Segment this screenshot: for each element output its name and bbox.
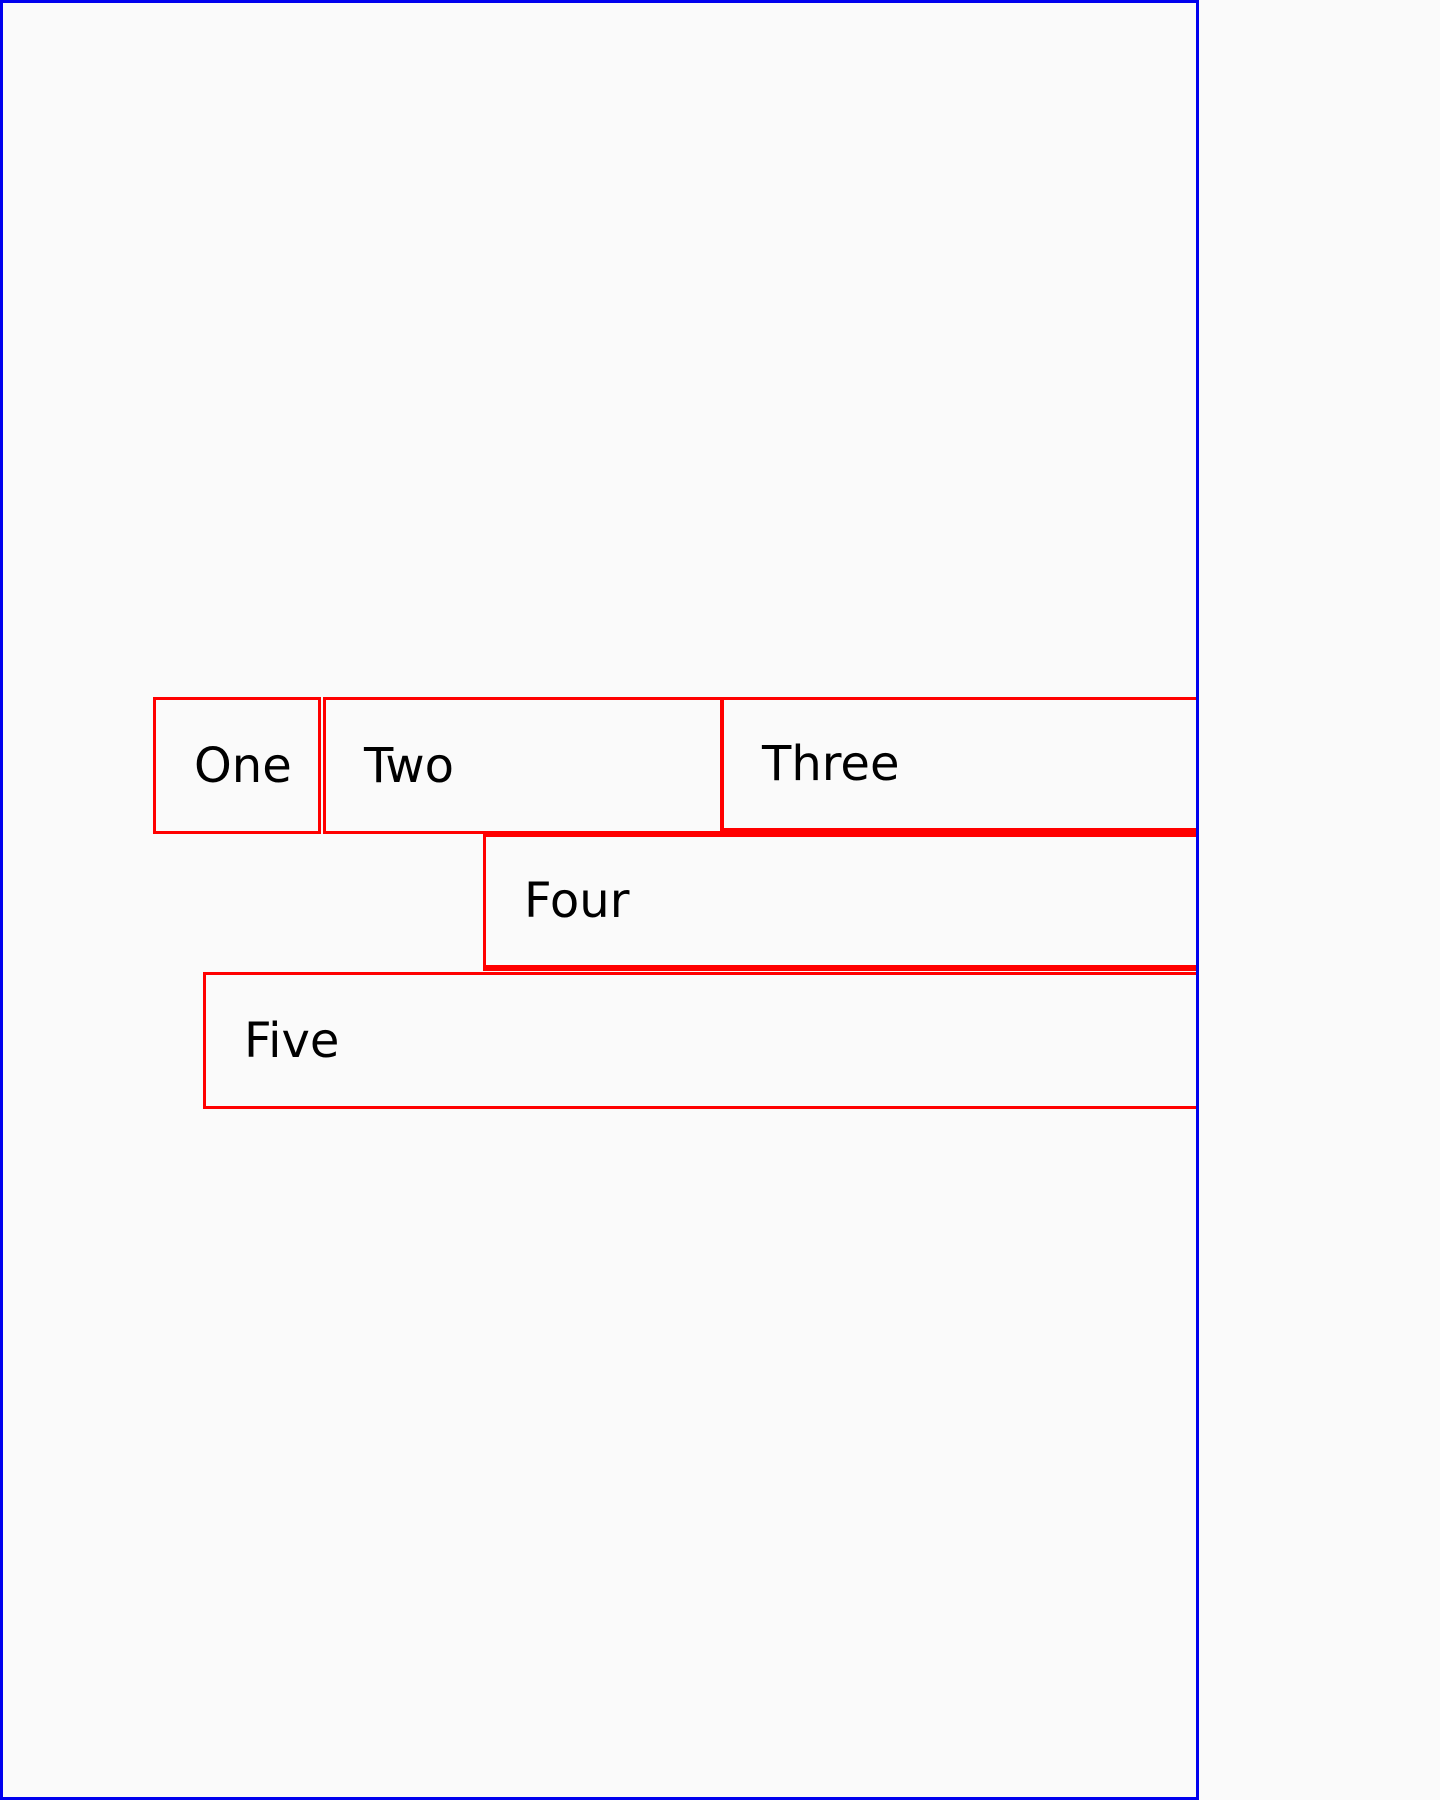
box-one-label: One	[194, 737, 292, 794]
box-five: Five	[203, 972, 1196, 1109]
box-three-label: Three	[762, 736, 900, 792]
box-two: Two	[323, 697, 723, 834]
box-four-label: Four	[524, 873, 630, 929]
layout-viewport: One Two Three Four Five	[0, 0, 1199, 1800]
box-four: Four	[483, 834, 1196, 971]
box-five-label: Five	[244, 1012, 340, 1069]
box-three: Three	[721, 697, 1196, 834]
box-two-label: Two	[364, 737, 454, 794]
box-one: One	[153, 697, 321, 834]
